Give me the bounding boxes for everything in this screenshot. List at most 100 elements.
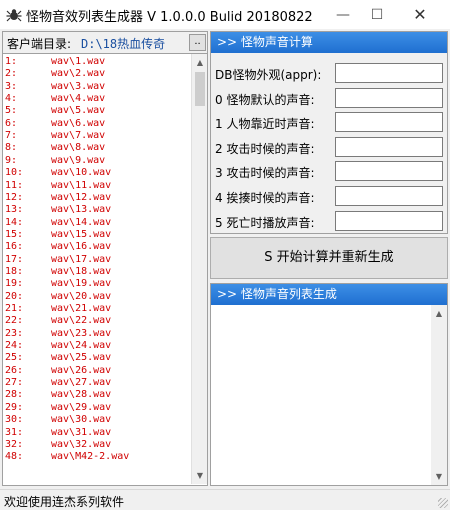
list-item[interactable]: 18: wav\18.wav [3,266,191,278]
title-bar[interactable]: 怪物音效列表生成器 V 1.0.0.0 Bulid 20180822 — ☐ ✕ [0,0,450,29]
list-item[interactable]: 22: wav\22.wav [3,315,191,327]
scroll-thumb[interactable] [195,72,205,106]
sound-input-1[interactable] [335,87,443,108]
list-panel-header: >> 怪物声音列表生成 [211,284,447,305]
list-item[interactable]: 32: wav\32.wav [3,439,191,451]
list-item-file: wav\26.wav [51,364,112,376]
list-item[interactable]: 29: wav\29.wav [3,402,191,414]
list-item[interactable]: 7: wav\7.wav [3,130,191,142]
list-item[interactable]: 27: wav\27.wav [3,377,191,389]
list-item-number: 7: [5,130,18,142]
list-item[interactable]: 21: wav\21.wav [3,303,191,315]
list-item-file: wav\2.wav [51,68,106,80]
list-item-number: 15: [5,228,24,240]
list-item-number: 8: [5,142,18,154]
list-item[interactable]: 25: wav\25.wav [3,352,191,364]
list-scrollbar[interactable]: ▲ ▼ [191,54,207,484]
list-item[interactable]: 17: wav\17.wav [3,254,191,266]
list-item-file: wav\5.wav [51,105,106,117]
list-item[interactable]: 20: wav\20.wav [3,291,191,303]
field-row: DB怪物外观(appr): [211,62,447,84]
list-item-file: wav\10.wav [51,167,112,179]
list-item[interactable]: 3: wav\3.wav [3,81,191,93]
list-item-number: 24: [5,340,24,352]
list-item-file: wav\23.wav [51,327,112,339]
scroll-down-icon[interactable]: ▼ [431,468,447,485]
list-item[interactable]: 19: wav\19.wav [3,278,191,290]
list-item[interactable]: 31: wav\31.wav [3,427,191,439]
list-item-file: wav\31.wav [51,426,112,438]
list-item[interactable]: 10: wav\10.wav [3,167,191,179]
list-item-number: 25: [5,352,24,364]
field-label: 0 怪物默认的声音: [215,92,315,107]
sound-input-3[interactable] [335,136,443,157]
generate-button[interactable]: S 开始计算并重新生成 [210,237,448,279]
field-row: 1 人物靠近时声音: [211,111,447,133]
window-title: 怪物音效列表生成器 V 1.0.0.0 Bulid 20180822 [26,10,313,25]
list-item[interactable]: 14: wav\14.wav [3,217,191,229]
minimize-button[interactable]: — [328,0,358,29]
output-scrollbar[interactable]: ▲ ▼ [431,305,447,485]
list-item[interactable]: 12: wav\12.wav [3,192,191,204]
list-item[interactable]: 23: wav\23.wav [3,328,191,340]
list-item[interactable]: 48: wav\M42-2.wav [3,451,191,463]
list-item-number: 2: [5,68,18,80]
scroll-down-icon[interactable]: ▼ [192,467,207,484]
list-item-number: 4: [5,93,18,105]
sound-input-0[interactable] [335,63,443,83]
list-item[interactable]: 24: wav\24.wav [3,340,191,352]
client-dir-label: 客户端目录: [7,37,72,51]
sound-input-6[interactable] [335,210,443,231]
close-button[interactable]: ✕ [405,0,435,29]
sound-input-2[interactable] [335,112,443,133]
list-item-file: wav\15.wav [51,228,112,240]
resize-grip-icon[interactable] [438,498,448,508]
list-item-number: 32: [5,438,24,450]
list-item[interactable]: 1: wav\1.wav [3,56,191,68]
sound-input-4[interactable] [335,161,443,182]
list-item-number: 6: [5,117,18,129]
list-item-file: wav\8.wav [51,142,106,154]
list-item-file: wav\29.wav [51,401,112,413]
sound-input-5[interactable] [335,186,443,206]
list-item-file: wav\20.wav [51,290,112,302]
list-item[interactable]: 16: wav\16.wav [3,241,191,253]
sound-file-list[interactable]: 1: wav\1.wav 2: wav\2.wav 3: wav\3.wav 4: wav\4… [3,53,207,485]
list-item[interactable]: 28: wav\28.wav [3,389,191,401]
list-item-number: 1: [5,56,18,67]
list-item[interactable]: 4: wav\4.wav [3,93,191,105]
list-item-file: wav\25.wav [51,352,112,364]
list-item-number: 9: [5,154,18,166]
client-panel: 客户端目录: D:\18热血传奇 .. 1: wav\1.wav 2: wav\2.w… [2,31,208,486]
list-item[interactable]: 15: wav\15.wav [3,229,191,241]
list-item[interactable]: 30: wav\30.wav [3,414,191,426]
field-row: 0 怪物默认的声音: [211,87,447,109]
list-item[interactable]: 5: wav\5.wav [3,105,191,117]
client-dir-path[interactable]: D:\18热血传奇 [81,35,165,52]
list-item-file: wav\M42-2.wav [51,451,130,463]
list-item-file: wav\32.wav [51,438,112,450]
field-label: 3 攻击时候的声音: [215,166,315,181]
browse-button[interactable]: .. [189,34,206,51]
list-item-file: wav\1.wav [51,56,106,67]
list-item-file: wav\24.wav [51,340,112,352]
scroll-up-icon[interactable]: ▲ [192,54,207,71]
list-item-file: wav\3.wav [51,80,106,92]
list-item[interactable]: 26: wav\26.wav [3,365,191,377]
list-item-number: 48: [5,451,24,463]
list-item[interactable]: 2: wav\2.wav [3,68,191,80]
list-item-file: wav\28.wav [51,389,112,401]
list-item-number: 29: [5,401,24,413]
list-item[interactable]: 13: wav\13.wav [3,204,191,216]
list-item-file: wav\18.wav [51,265,112,277]
field-row: 5 死亡时播放声音: [211,210,447,232]
scroll-up-icon[interactable]: ▲ [431,305,447,322]
list-item[interactable]: 6: wav\6.wav [3,118,191,130]
list-item[interactable]: 8: wav\8.wav [3,142,191,154]
list-item-number: 23: [5,327,24,339]
list-item[interactable]: 11: wav\11.wav [3,180,191,192]
maximize-button[interactable]: ☐ [362,0,392,29]
output-textarea[interactable]: ▲ ▼ [211,305,447,485]
status-text: 欢迎使用连杰系列软件 [4,495,125,509]
list-item[interactable]: 9: wav\9.wav [3,155,191,167]
